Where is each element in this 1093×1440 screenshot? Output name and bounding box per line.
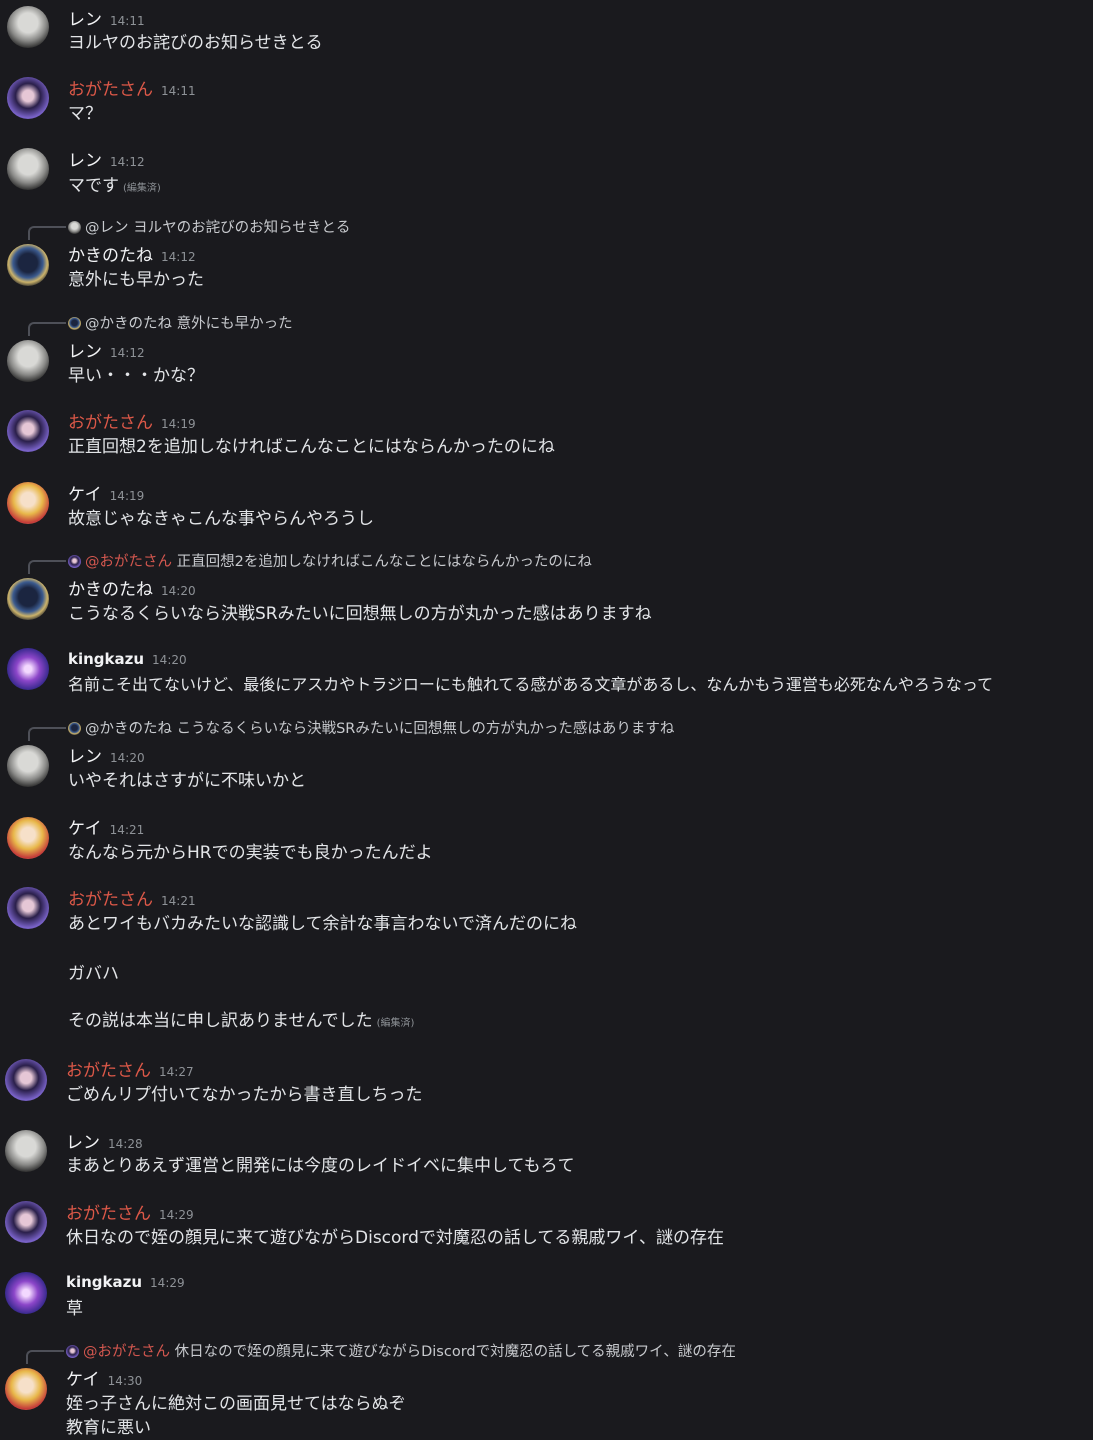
reply-avatar — [68, 722, 81, 735]
reply-mention[interactable]: @かきのたね — [85, 721, 172, 737]
author-name[interactable]: ケイ — [66, 1370, 100, 1390]
timestamp: 14:20 — [152, 653, 187, 667]
user-avatar[interactable] — [7, 77, 49, 119]
message-text: マです — [68, 176, 119, 196]
timestamp: 14:12 — [161, 250, 196, 264]
message-text: あとワイもバカみたいな認識して余計な事言わないで済んだのにね — [68, 914, 577, 934]
timestamp: 14:12 — [110, 346, 145, 360]
author-name[interactable]: レン — [68, 10, 102, 30]
timestamp: 14:29 — [150, 1276, 185, 1290]
timestamp: 14:27 — [159, 1065, 194, 1079]
user-avatar[interactable] — [7, 410, 49, 452]
author-name[interactable]: おがたさん — [68, 413, 153, 433]
message-text: マ？ — [68, 104, 102, 124]
timestamp: 14:29 — [159, 1208, 194, 1222]
message-text-line: 教育に悪い — [66, 1418, 151, 1438]
timestamp: 14:11 — [110, 14, 145, 28]
reply-avatar — [68, 555, 81, 568]
author-name[interactable]: おがたさん — [68, 890, 153, 910]
message-text: 名前こそ出てないけど、最後にアスカやトラジローにも触れてる感がある文章があるし、… — [68, 675, 994, 694]
timestamp: 14:19 — [161, 417, 196, 431]
user-avatar[interactable] — [7, 148, 49, 190]
message-text: ごめんリプ付いてなかったから書き直しちった — [66, 1085, 423, 1105]
edited-label: (編集済) — [376, 1018, 415, 1029]
message-text: なんなら元からHRでの実装でも良かったんだよ — [68, 843, 433, 863]
reply-mention[interactable]: @おがたさん — [83, 1344, 170, 1360]
timestamp: 14:11 — [161, 84, 196, 98]
author-name[interactable]: ケイ — [68, 485, 102, 505]
author-name[interactable]: おがたさん — [68, 80, 153, 100]
user-avatar[interactable] — [7, 887, 49, 929]
timestamp: 14:21 — [109, 823, 145, 837]
timestamp: 14:20 — [161, 584, 196, 598]
author-name[interactable]: レン — [68, 151, 102, 171]
message-text: 故意じゃなきゃこんな事やらんやろうし — [68, 509, 374, 529]
author-name[interactable]: レン — [68, 747, 102, 767]
reply-text: 休日なので姪の顔見に来て遊びながらDiscordで対魔忍の話してる親戚ワイ、謎の… — [174, 1344, 736, 1360]
user-avatar[interactable] — [7, 578, 49, 620]
timestamp: 14:19 — [109, 489, 145, 503]
reply-connector — [28, 322, 66, 336]
user-avatar[interactable] — [7, 745, 49, 787]
user-avatar[interactable] — [5, 1059, 47, 1101]
reply-text: 正直回想2を追加しなければこんなことにはならんかったのにね — [176, 554, 592, 570]
reply-preview[interactable]: @レン ヨルヤのお詫びのお知らせきとる — [68, 216, 350, 237]
author-name[interactable]: かきのたね — [68, 580, 153, 600]
message-text: まあとりあえず運営と開発には今度のレイドイベに集中してもろて — [66, 1156, 575, 1176]
message-text: いやそれはさすがに不味いかと — [68, 771, 306, 791]
author-name[interactable]: レン — [66, 1133, 100, 1153]
message-text: 姪っ子さんに絶対この画面見せてはならぬぞ — [66, 1394, 406, 1414]
user-avatar[interactable] — [5, 1130, 47, 1172]
user-avatar[interactable] — [7, 6, 49, 48]
author-name[interactable]: レン — [68, 342, 102, 362]
author-name[interactable]: ケイ — [68, 819, 102, 839]
reply-preview[interactable]: @かきのたね こうなるくらいなら決戦SRみたいに回想無しの方が丸かった感はありま… — [68, 717, 674, 738]
message-text: ヨルヤのお詫びのお知らせきとる — [68, 33, 323, 53]
reply-connector — [28, 727, 66, 741]
author-name[interactable]: kingkazu — [66, 1273, 142, 1291]
user-avatar[interactable] — [7, 340, 49, 382]
timestamp: 14:28 — [108, 1137, 143, 1151]
edited-label: (編集済) — [123, 183, 161, 194]
author-name[interactable]: かきのたね — [68, 246, 153, 266]
user-avatar[interactable] — [5, 1201, 47, 1243]
message-text: 休日なので姪の顔見に来て遊びながらDiscordで対魔忍の話してる親戚ワイ、謎の… — [66, 1228, 725, 1248]
reply-avatar — [68, 317, 81, 330]
reply-connector — [26, 1350, 64, 1364]
message-text-line: その説は本当に申し訳ありませんでした — [68, 1011, 373, 1031]
user-avatar[interactable] — [7, 482, 49, 524]
reply-mention[interactable]: @レン — [85, 220, 129, 236]
user-avatar[interactable] — [7, 244, 49, 286]
timestamp: 14:20 — [110, 751, 145, 765]
reply-mention[interactable]: @かきのたね — [85, 316, 172, 332]
reply-connector — [28, 560, 66, 574]
author-name[interactable]: kingkazu — [68, 650, 144, 668]
author-name[interactable]: おがたさん — [66, 1204, 151, 1224]
user-avatar[interactable] — [7, 648, 49, 690]
reply-text: こうなるくらいなら決戦SRみたいに回想無しの方が丸かった感はありますね — [176, 721, 675, 737]
reply-text: 意外にも早かった — [176, 316, 293, 332]
message-text: 草 — [66, 1299, 83, 1319]
timestamp: 14:21 — [161, 894, 196, 908]
reply-connector — [28, 226, 66, 240]
reply-text: ヨルヤのお詫びのお知らせきとる — [133, 220, 351, 236]
reply-avatar — [66, 1345, 79, 1358]
reply-mention[interactable]: @おがたさん — [85, 554, 172, 570]
reply-preview[interactable]: @おがたさん 休日なので姪の顔見に来て遊びながらDiscordで対魔忍の話してる… — [66, 1340, 736, 1361]
message-text: 意外にも早かった — [68, 270, 204, 290]
user-avatar[interactable] — [5, 1272, 47, 1314]
message-text: 早い・・・かな？ — [68, 366, 204, 386]
message-text: こうなるくらいなら決戦SRみたいに回想無しの方が丸かった感はありますね — [68, 604, 652, 624]
message-text-line: ガバハ — [68, 964, 119, 984]
reply-avatar — [68, 221, 81, 234]
timestamp: 14:12 — [110, 155, 145, 169]
chat-message-list: レン 14:11 ヨルヤのお詫びのお知らせきとる おがたさん 14:11 マ？ レン… — [0, 0, 1093, 1440]
user-avatar[interactable] — [5, 1368, 47, 1410]
author-name[interactable]: おがたさん — [66, 1061, 151, 1081]
message-text: 正直回想2を追加しなければこんなことにはならんかったのにね — [68, 437, 555, 457]
timestamp: 14:30 — [107, 1374, 143, 1388]
user-avatar[interactable] — [7, 817, 49, 859]
reply-preview[interactable]: @かきのたね 意外にも早かった — [68, 312, 293, 333]
reply-preview[interactable]: @おがたさん 正直回想2を追加しなければこんなことにはならんかったのにね — [68, 550, 592, 571]
